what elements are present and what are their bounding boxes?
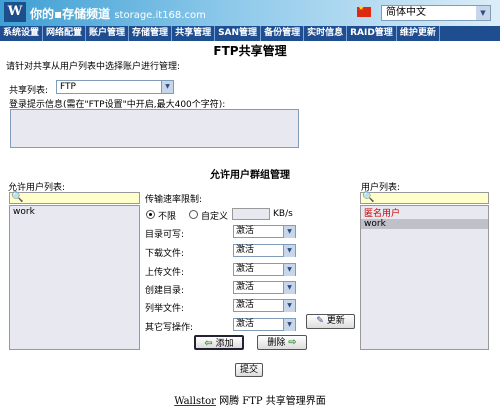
perm-value: 激活 xyxy=(236,226,255,236)
perm-value: 激活 xyxy=(236,319,255,329)
perm-value: 激活 xyxy=(236,282,255,292)
group-section-title: 允许用户群组管理 xyxy=(210,170,290,181)
nav-item-san[interactable]: SAN管理 xyxy=(215,26,262,41)
perm-value: 激活 xyxy=(236,300,255,310)
chevron-down-icon: ▼ xyxy=(283,226,295,238)
search-icon: 🔍 xyxy=(362,192,375,203)
nav-item-backup[interactable]: 备份管理 xyxy=(261,26,305,41)
rate-custom-input[interactable] xyxy=(232,208,270,220)
perm-value: 激活 xyxy=(236,245,255,255)
rate-custom-radio[interactable] xyxy=(189,210,198,219)
arrow-left-icon: ⇦ xyxy=(204,338,213,349)
chevron-down-icon: ▼ xyxy=(283,319,295,331)
users-list[interactable]: 匿名用户 work xyxy=(360,205,489,350)
chevron-down-icon: ▼ xyxy=(283,245,295,257)
perm-select-mkdir[interactable]: 激活 ▼ xyxy=(233,281,296,294)
chevron-down-icon: ▼ xyxy=(161,81,173,93)
perm-label-dir-write: 目录可写: xyxy=(145,230,185,240)
search-icon: 🔍 xyxy=(11,192,24,203)
chevron-down-icon: ▼ xyxy=(283,264,295,276)
rate-limit-label: 传输速率限制: xyxy=(145,195,203,205)
list-item-anonymous[interactable]: 匿名用户 xyxy=(361,209,488,219)
perm-label-list: 列举文件: xyxy=(145,304,185,314)
caption-text: 网腾 FTP 共享管理界面 xyxy=(219,396,326,407)
header-slogan: 你的▪存储频道 storage.it168.com xyxy=(30,5,206,22)
submit-button[interactable]: 提交 xyxy=(235,363,263,377)
add-button[interactable]: ⇦ 添加 xyxy=(194,335,244,350)
perm-select-list[interactable]: 激活 ▼ xyxy=(233,299,296,312)
slogan-text: 你的▪存储频道 xyxy=(30,7,111,21)
pencil-icon: ✎ xyxy=(316,316,324,326)
perm-label-download: 下载文件: xyxy=(145,249,185,259)
chevron-down-icon: ▼ xyxy=(283,282,295,294)
perm-value: 激活 xyxy=(236,264,255,274)
nav-item-network[interactable]: 网络配置 xyxy=(43,26,87,41)
china-flag-icon xyxy=(357,4,371,17)
rate-unlimited-label: 不限 xyxy=(158,212,177,222)
share-list-label: 共享列表: xyxy=(9,86,49,96)
figure-caption: Wallstor 网腾 FTP 共享管理界面 xyxy=(0,392,500,407)
share-list-value: FTP xyxy=(60,82,76,92)
list-item[interactable]: work xyxy=(10,206,139,219)
perm-label-upload: 上传文件: xyxy=(145,268,185,278)
perm-label-mkdir: 创建目录: xyxy=(145,286,185,296)
rate-unlimited-radio[interactable] xyxy=(146,210,155,219)
page-title: FTP共享管理 xyxy=(213,44,287,58)
perm-label-other-write: 其它写操作: xyxy=(145,323,194,333)
brand-logo: W xyxy=(4,2,26,22)
site-url: storage.it168.com xyxy=(114,10,206,21)
list-item[interactable]: work xyxy=(361,219,488,229)
remove-button[interactable]: 删除 ⇨ xyxy=(257,335,307,350)
perm-select-upload[interactable]: 激活 ▼ xyxy=(233,263,296,276)
nav-item-raid[interactable]: RAID管理 xyxy=(347,26,397,41)
rate-unit: KB/s xyxy=(273,209,293,219)
allowed-users-search[interactable]: 🔍 xyxy=(9,192,140,204)
refresh-button-label: 更新 xyxy=(326,316,345,326)
allowed-users-list[interactable]: work xyxy=(9,205,140,350)
language-value: 简体中文 xyxy=(386,7,426,18)
refresh-button[interactable]: ✎ 更新 xyxy=(306,314,355,329)
perm-select-dir-write[interactable]: 激活 ▼ xyxy=(233,225,296,238)
nav-item-maintenance[interactable]: 维护更新 xyxy=(397,26,440,41)
nav-item-realtime[interactable]: 实时信息 xyxy=(304,26,348,41)
perm-select-other-write[interactable]: 激活 ▼ xyxy=(233,318,296,331)
main-nav: 系统设置 网络配置 账户管理 存储管理 共享管理 SAN管理 备份管理 实时信息… xyxy=(0,26,500,41)
rate-custom-label: 自定义 xyxy=(201,212,229,222)
header-banner: W 你的▪存储频道 storage.it168.com 简体中文 ▼ xyxy=(0,0,500,26)
login-message-textarea[interactable] xyxy=(10,109,299,148)
chevron-down-icon: ▼ xyxy=(283,300,295,312)
remove-button-label: 删除 xyxy=(267,338,286,348)
instruction-text: 请针对共享从用户列表中选择账户进行管理: xyxy=(6,62,181,72)
add-button-label: 添加 xyxy=(215,339,234,349)
caption-brand: Wallstor xyxy=(174,396,216,407)
users-search[interactable]: 🔍 xyxy=(360,192,489,204)
arrow-right-icon: ⇨ xyxy=(288,337,297,348)
nav-item-share[interactable]: 共享管理 xyxy=(172,26,216,41)
perm-select-download[interactable]: 激活 ▼ xyxy=(233,244,296,257)
nav-item-account[interactable]: 账户管理 xyxy=(86,26,130,41)
nav-item-system[interactable]: 系统设置 xyxy=(0,26,44,41)
chevron-down-icon: ▼ xyxy=(476,6,490,20)
language-select[interactable]: 简体中文 ▼ xyxy=(381,5,491,21)
nav-item-storage[interactable]: 存储管理 xyxy=(129,26,173,41)
share-list-select[interactable]: FTP ▼ xyxy=(56,80,174,94)
